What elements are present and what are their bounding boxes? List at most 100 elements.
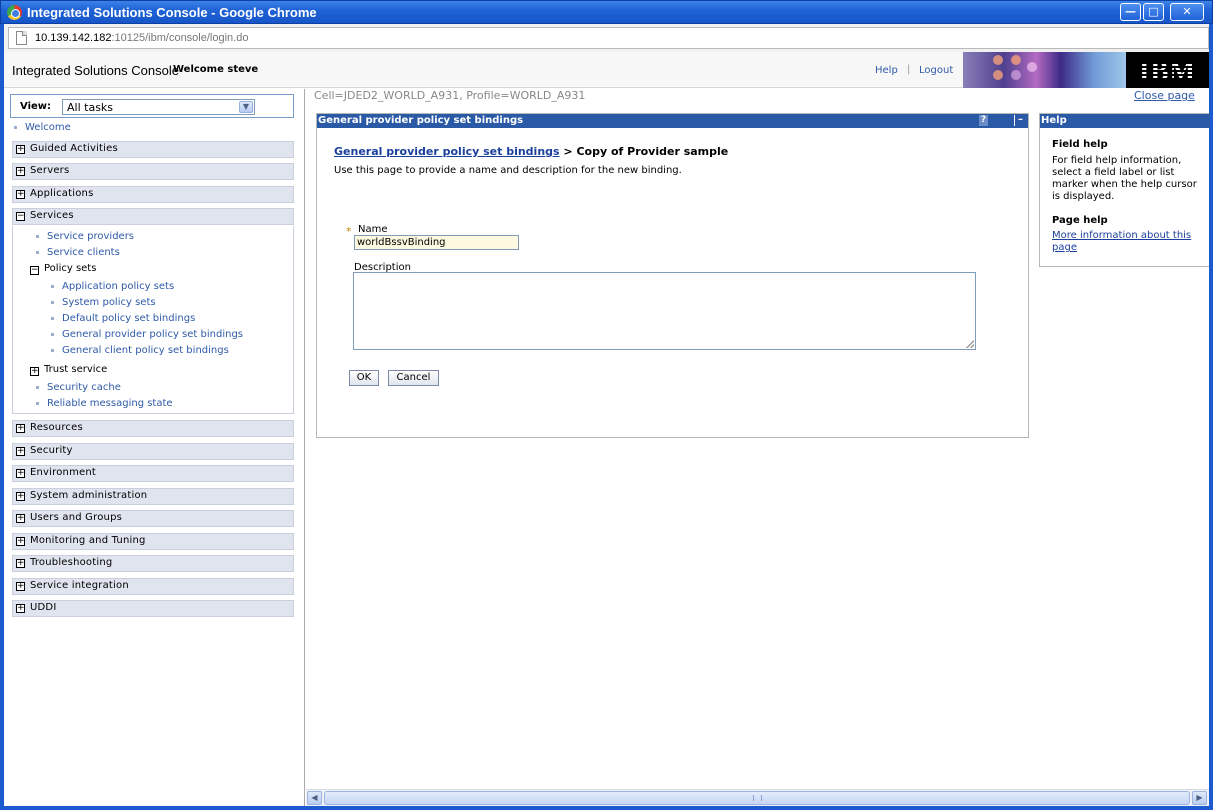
nav-category-label: Guided Activities [30, 143, 118, 154]
expand-icon[interactable]: + [16, 492, 25, 501]
collapse-icon[interactable]: − [16, 212, 25, 221]
nav-category-guided-activities[interactable]: + Guided Activities [12, 141, 294, 158]
help-panel: Help Field help For field help informati… [1039, 113, 1210, 267]
page-icon [16, 31, 27, 45]
nav-item-security-cache[interactable]: Security cache [36, 382, 121, 393]
description-field[interactable] [353, 272, 976, 350]
expand-icon[interactable]: + [30, 367, 39, 376]
welcome-user: Welcome steve [173, 64, 259, 75]
cancel-button[interactable]: Cancel [388, 370, 439, 386]
nav-category-resources[interactable]: + Resources [12, 420, 294, 437]
nav-item-general-provider-bindings[interactable]: General provider policy set bindings [51, 329, 243, 340]
page-help-link[interactable]: More information about this page [1052, 230, 1202, 254]
nav-item-label: Reliable messaging state [47, 398, 173, 409]
bullet-icon [51, 284, 54, 288]
scroll-right-icon[interactable]: ▶ [1192, 791, 1207, 805]
view-select-value: All tasks [67, 101, 114, 114]
nav-category-monitoring-and-tuning[interactable]: + Monitoring and Tuning [12, 533, 294, 550]
nav-category-label: Resources [30, 422, 83, 433]
expand-icon[interactable]: + [16, 559, 25, 568]
expand-icon[interactable]: + [16, 424, 25, 433]
nav-item-service-clients[interactable]: Service clients [36, 247, 120, 258]
url-text[interactable]: 10.139.142.182:10125/ibm/console/login.d… [35, 32, 248, 44]
expand-icon[interactable]: + [16, 167, 25, 176]
expand-icon[interactable]: + [16, 604, 25, 613]
ibm-logo: IBM [1126, 52, 1209, 88]
collapse-icon[interactable]: − [30, 266, 39, 275]
nav-item-label: Service clients [47, 247, 120, 258]
nav-group-policy-sets[interactable]: − Policy sets [30, 263, 96, 275]
name-field[interactable]: worldBssvBinding [354, 235, 519, 250]
nav-item-system-policy-sets[interactable]: System policy sets [51, 297, 156, 308]
bullet-icon [36, 250, 39, 254]
bullet-icon [14, 125, 17, 129]
nav-item-label: Security cache [47, 382, 121, 393]
url-path: :10125/ibm/console/login.do [111, 32, 249, 44]
chevron-down-icon[interactable]: ▼ [239, 101, 253, 113]
expand-icon[interactable]: + [16, 537, 25, 546]
page-description: Use this page to provide a name and desc… [334, 165, 682, 176]
expand-icon[interactable]: + [16, 514, 25, 523]
ok-button[interactable]: OK [349, 370, 379, 386]
bullet-icon [51, 348, 54, 352]
nav-item-application-policy-sets[interactable]: Application policy sets [51, 281, 174, 292]
nav-category-label: Service integration [30, 580, 129, 591]
name-label[interactable]: Name [358, 224, 388, 235]
nav-category-uddi[interactable]: + UDDI [12, 600, 294, 617]
address-bar[interactable]: 10.139.142.182:10125/ibm/console/login.d… [8, 27, 1209, 49]
nav-category-servers[interactable]: + Servers [12, 163, 294, 180]
view-select[interactable]: All tasks ▼ [62, 99, 255, 115]
nav-welcome-link[interactable]: Welcome [14, 122, 71, 133]
nav-category-label: Monitoring and Tuning [30, 535, 146, 546]
minimize-panel-icon[interactable]: – [1014, 115, 1026, 126]
nav-category-services[interactable]: − Services [12, 208, 294, 225]
chrome-logo-icon [7, 5, 22, 20]
cell-profile-info: Cell=JDED2_WORLD_A931, Profile=WORLD_A93… [314, 89, 586, 102]
nav-item-reliable-messaging-state[interactable]: Reliable messaging state [36, 398, 173, 409]
breadcrumb-link[interactable]: General provider policy set bindings [334, 145, 560, 158]
nav-item-service-providers[interactable]: Service providers [36, 231, 134, 242]
services-subtree: Service providers Service clients − Polic… [12, 226, 294, 414]
nav-group-trust-service[interactable]: + Trust service [30, 364, 107, 376]
minimize-button[interactable]: — [1120, 3, 1141, 21]
bullet-icon [36, 401, 39, 405]
bindings-panel: General provider policy set bindings ? –… [316, 113, 1029, 438]
expand-icon[interactable]: + [16, 145, 25, 154]
logout-link[interactable]: Logout [919, 65, 953, 76]
nav-item-general-client-bindings[interactable]: General client policy set bindings [51, 345, 229, 356]
scrollbar-thumb[interactable] [324, 791, 1190, 805]
breadcrumb: General provider policy set bindings > C… [334, 145, 728, 158]
browser-title-bar: Integrated Solutions Console - Google Ch… [0, 0, 1213, 24]
ibm-logo-text: IBM [1139, 56, 1196, 86]
nav-item-label: Application policy sets [62, 281, 175, 292]
expand-icon[interactable]: + [16, 469, 25, 478]
panel-title: General provider policy set bindings [318, 115, 524, 126]
nav-category-users-and-groups[interactable]: + Users and Groups [12, 510, 294, 527]
close-window-button[interactable]: ✕ [1170, 3, 1204, 21]
nav-category-service-integration[interactable]: + Service integration [12, 578, 294, 595]
close-page-link[interactable]: Close page [1134, 89, 1195, 102]
nav-category-environment[interactable]: + Environment [12, 465, 294, 482]
scroll-left-icon[interactable]: ◀ [307, 791, 322, 805]
nav-category-system-administration[interactable]: + System administration [12, 488, 294, 505]
expand-icon[interactable]: + [16, 190, 25, 199]
nav-item-label: Service providers [47, 231, 135, 242]
horizontal-scrollbar[interactable]: ◀ ▶ [306, 789, 1209, 806]
nav-group-label: Trust service [44, 364, 108, 375]
nav-category-applications[interactable]: + Applications [12, 186, 294, 203]
page-help-heading: Page help [1052, 215, 1108, 226]
expand-icon[interactable]: + [16, 582, 25, 591]
breadcrumb-current: > Copy of Provider sample [559, 145, 729, 158]
help-panel-title: Help [1040, 114, 1210, 128]
resize-grip-icon[interactable] [966, 340, 974, 348]
nav-category-security[interactable]: + Security [12, 443, 294, 460]
maximize-button[interactable]: □ [1143, 3, 1164, 21]
nav-category-label: System administration [30, 490, 148, 501]
bullet-icon [51, 300, 54, 304]
help-icon[interactable]: ? [979, 115, 988, 126]
field-help-text: For field help information, select a fie… [1052, 155, 1197, 202]
nav-category-troubleshooting[interactable]: + Troubleshooting [12, 555, 294, 572]
nav-item-default-policy-set-bindings[interactable]: Default policy set bindings [51, 313, 195, 324]
expand-icon[interactable]: + [16, 447, 25, 456]
header-help-link[interactable]: Help [875, 65, 898, 76]
